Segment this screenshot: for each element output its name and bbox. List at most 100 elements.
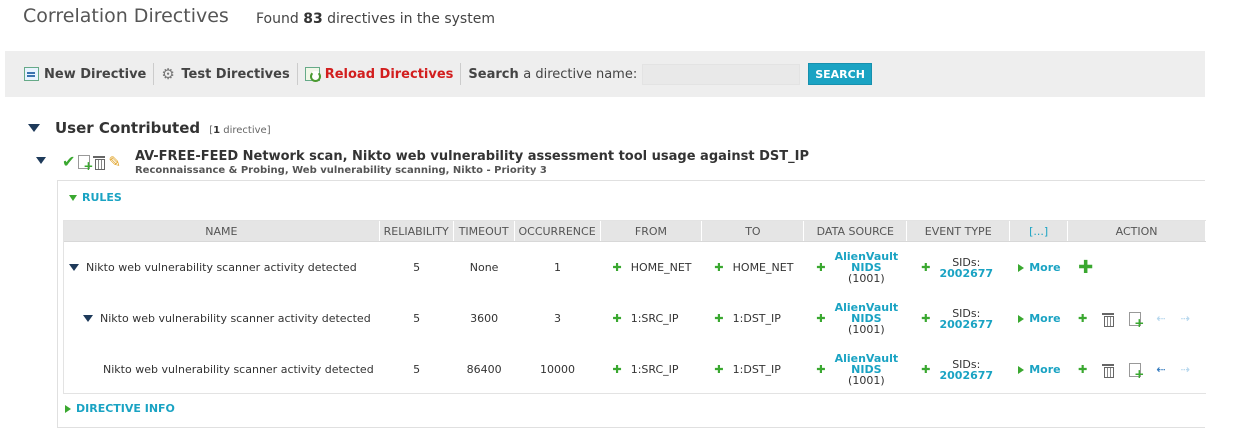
sids-label: SIDs:	[952, 357, 981, 371]
directive-search-input[interactable]	[642, 63, 801, 85]
more-label: More	[1029, 261, 1061, 274]
rule-from[interactable]: 1:SRC_IP	[631, 312, 679, 325]
move-left-arrow-icon[interactable]: ⇠	[1156, 363, 1165, 376]
more-link[interactable]: More	[1018, 363, 1061, 376]
reload-directives-button[interactable]: Reload Directives	[304, 66, 461, 82]
rules-section-toggle[interactable]: RULES	[69, 191, 122, 204]
rule-name: Nikto web vulnerability scanner activity…	[86, 261, 357, 274]
collapse-triangle-icon[interactable]	[28, 123, 40, 132]
edit-directive-icon[interactable]: ✎	[108, 155, 121, 170]
reload-directives-label: Reload Directives	[324, 66, 454, 82]
add-rule-icon[interactable]: ✚	[1078, 312, 1087, 325]
rule-timeout[interactable]: 3600	[454, 293, 515, 344]
move-right-arrow-icon[interactable]: ⇢	[1181, 363, 1190, 376]
add-plus-icon[interactable]: ✚	[613, 312, 622, 325]
test-directives-button[interactable]: ⚙ Test Directives	[161, 67, 296, 82]
column-header-more[interactable]: [...]	[1010, 221, 1069, 241]
rule-occurrence[interactable]: 1	[515, 242, 601, 293]
more-label: More	[1029, 312, 1061, 325]
collapse-triangle-icon[interactable]	[69, 264, 79, 271]
directive-header: ✔ ✎ AV-FREE-FEED Network scan, Nikto web…	[36, 149, 809, 176]
column-header-from[interactable]: FROM	[601, 221, 703, 241]
column-header-reliability[interactable]: RELIABILITY	[380, 221, 454, 241]
delete-directive-icon[interactable]	[93, 155, 106, 170]
rule-name-cell: Nikto web vulnerability scanner activity…	[64, 344, 380, 395]
search-button[interactable]: SEARCH	[808, 63, 872, 85]
rule-to-cell: ✚ 1:DST_IP	[702, 344, 804, 395]
rule-occurrence[interactable]: 3	[515, 293, 601, 344]
column-header-to[interactable]: TO	[702, 221, 805, 241]
add-plus-icon[interactable]: ✚	[921, 363, 930, 376]
more-link[interactable]: More	[1018, 312, 1061, 325]
move-left-arrow-icon[interactable]: ⇠	[1156, 312, 1165, 325]
add-plus-icon[interactable]: ✚	[816, 312, 825, 325]
rule-data-source-cell: ✚ AlienVault NIDS (1001)	[804, 293, 907, 344]
found-prefix: Found	[256, 11, 299, 27]
rule-timeout[interactable]: 86400	[454, 344, 515, 395]
rule-timeout[interactable]: None	[454, 242, 515, 293]
expand-arrow-icon	[1018, 314, 1025, 323]
new-directive-label: New Directive	[44, 66, 147, 82]
rule-to[interactable]: 1:DST_IP	[733, 312, 781, 325]
rule-from-cell: ✚ 1:SRC_IP	[601, 344, 703, 395]
sid-value[interactable]: 2002677	[939, 370, 993, 381]
column-header-event-type[interactable]: EVENT TYPE	[907, 221, 1011, 241]
column-header-timeout[interactable]: TIMEOUT	[454, 221, 515, 241]
rule-actions-cell: ✚ ⇠ ⇢	[1068, 344, 1206, 395]
rule-data-source-cell: ✚ AlienVault NIDS (1001)	[804, 344, 907, 395]
rule-reliability[interactable]: 5	[380, 242, 454, 293]
reload-icon	[304, 67, 321, 82]
delete-rule-icon[interactable]	[1102, 363, 1115, 378]
directive-info-label: DIRECTIVE INFO	[76, 402, 175, 415]
column-header-occurrence[interactable]: OCCURRENCE	[515, 221, 601, 241]
group-header-user-contributed[interactable]: User Contributed [1 directive]	[28, 118, 271, 137]
rule-event-type-cell: ✚ SIDs: 2002677	[907, 293, 1010, 344]
collapse-triangle-icon[interactable]	[36, 157, 46, 164]
rule-from[interactable]: 1:SRC_IP	[631, 363, 679, 376]
rule-to[interactable]: HOME_NET	[733, 261, 794, 274]
directive-title: AV-FREE-FEED Network scan, Nikto web vul…	[134, 149, 809, 164]
test-directives-label: Test Directives	[181, 66, 290, 82]
add-plus-icon[interactable]: ✚	[714, 312, 723, 325]
column-header-action: ACTION	[1068, 221, 1206, 241]
collapse-triangle-icon[interactable]	[83, 315, 93, 322]
found-suffix: directives in the system	[327, 11, 495, 27]
rule-to-cell: ✚ HOME_NET	[702, 242, 804, 293]
directive-info-section-toggle[interactable]: DIRECTIVE INFO	[65, 402, 175, 415]
add-rule-icon[interactable]: ✚	[1078, 257, 1093, 278]
rule-more-cell: More	[1010, 242, 1068, 293]
add-plus-icon[interactable]: ✚	[613, 363, 622, 376]
clone-directive-icon[interactable]	[78, 155, 93, 173]
search-label: Search a directive name:	[468, 67, 637, 82]
add-plus-icon[interactable]: ✚	[613, 261, 622, 274]
add-plus-icon[interactable]: ✚	[921, 312, 930, 325]
add-plus-icon[interactable]: ✚	[714, 261, 723, 274]
sid-value[interactable]: 2002677	[939, 319, 993, 330]
group-count: [1 directive]	[209, 125, 271, 136]
clone-rule-icon[interactable]	[1129, 362, 1144, 381]
column-header-name[interactable]: NAME	[64, 221, 380, 241]
rule-occurrence[interactable]: 10000	[515, 344, 601, 395]
rule-from[interactable]: HOME_NET	[631, 261, 692, 274]
rules-panel: RULES NAME RELIABILITY TIMEOUT OCCURRENC…	[57, 180, 1206, 428]
rule-reliability[interactable]: 5	[380, 293, 454, 344]
sid-value[interactable]: 2002677	[939, 268, 993, 279]
rule-from-cell: ✚ 1:SRC_IP	[601, 293, 703, 344]
more-link[interactable]: More	[1018, 261, 1061, 274]
add-plus-icon[interactable]: ✚	[816, 261, 825, 274]
add-plus-icon[interactable]: ✚	[921, 261, 930, 274]
clone-rule-icon[interactable]	[1129, 311, 1144, 330]
column-header-data-source[interactable]: DATA SOURCE	[804, 221, 908, 241]
directives-count-text: Found 83 directives in the system	[256, 11, 495, 27]
delete-rule-icon[interactable]	[1102, 312, 1115, 327]
rule-to[interactable]: 1:DST_IP	[733, 363, 781, 376]
new-document-icon	[24, 67, 39, 81]
move-right-arrow-icon[interactable]: ⇢	[1181, 312, 1190, 325]
rule-reliability[interactable]: 5	[380, 344, 454, 395]
add-plus-icon[interactable]: ✚	[816, 363, 825, 376]
add-rule-icon[interactable]: ✚	[1078, 363, 1087, 376]
search-label-bold: Search	[468, 66, 519, 82]
enabled-check-icon[interactable]: ✔	[62, 154, 75, 170]
add-plus-icon[interactable]: ✚	[714, 363, 723, 376]
new-directive-button[interactable]: New Directive	[24, 67, 153, 82]
